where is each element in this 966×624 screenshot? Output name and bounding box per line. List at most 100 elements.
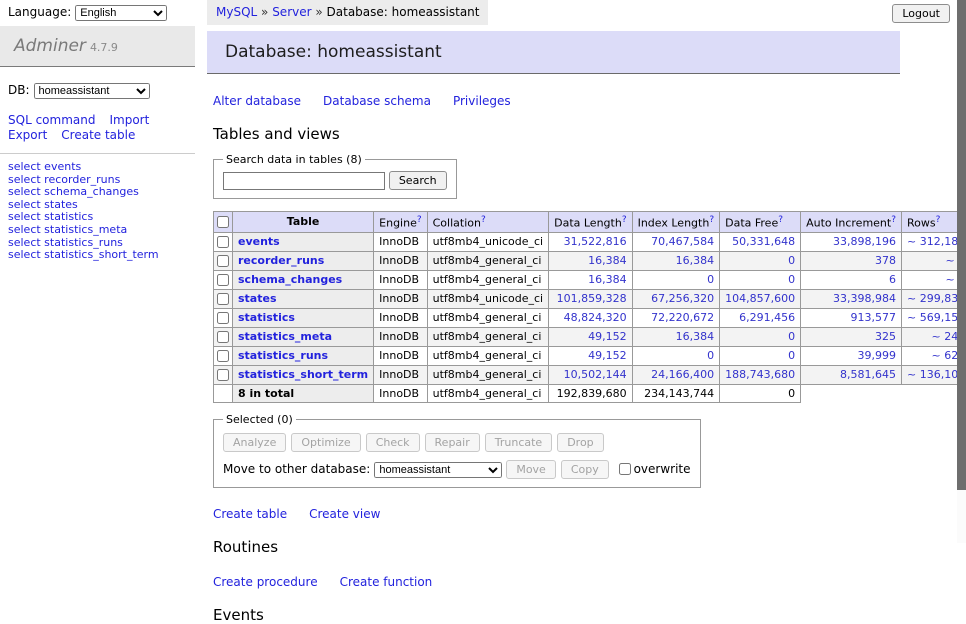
sidebar-action-create-table[interactable]: Create table xyxy=(61,128,135,143)
help-link-auto-increment[interactable]: ? xyxy=(891,215,896,225)
engine-cell: InnoDB xyxy=(374,365,427,384)
db-link-database-schema[interactable]: Database schema xyxy=(323,94,431,108)
db-link-alter-database[interactable]: Alter database xyxy=(213,94,301,108)
row-checkbox-cell xyxy=(214,327,233,346)
create-link-create-view[interactable]: Create view xyxy=(309,507,380,521)
copy-button[interactable]: Copy xyxy=(561,460,609,479)
drop-button[interactable]: Drop xyxy=(557,433,603,452)
sidebar-item-select-recorder-runs[interactable]: select recorder_runs xyxy=(8,173,120,186)
table-link-events[interactable]: events xyxy=(238,235,280,248)
vertical-scrollbar[interactable] xyxy=(957,0,966,543)
move-button[interactable]: Move xyxy=(506,460,556,479)
help-sup: ? xyxy=(936,214,941,225)
table-row: statistics_short_termInnoDButf8mb4_gener… xyxy=(214,365,966,384)
engine-cell: InnoDB xyxy=(374,251,427,270)
events-heading: Events xyxy=(213,606,900,624)
move-db-select[interactable]: homeassistant xyxy=(374,462,502,478)
logout-button[interactable]: Logout xyxy=(892,4,950,23)
table-name-cell: statistics_short_term xyxy=(233,365,374,384)
column-header-collation: Collation? xyxy=(427,212,548,233)
sidebar-item-select-statistics-short-term[interactable]: select statistics_short_term xyxy=(8,248,159,261)
sidebar-item-select-statistics-runs[interactable]: select statistics_runs xyxy=(8,236,123,249)
collation-cell: utf8mb4_unicode_ci xyxy=(427,289,548,308)
engine-cell: InnoDB xyxy=(374,327,427,346)
breadcrumb-link-server[interactable]: Server xyxy=(272,5,311,19)
create-link-create-table[interactable]: Create table xyxy=(213,507,287,521)
sidebar-action-sql-command[interactable]: SQL command xyxy=(8,113,95,128)
sidebar-item-select-statistics[interactable]: select statistics xyxy=(8,210,93,223)
select-all-checkbox[interactable] xyxy=(217,216,229,228)
overwrite-checkbox[interactable] xyxy=(619,463,631,475)
table-link-schema-changes[interactable]: schema_changes xyxy=(238,273,342,286)
search-fieldset: Search data in tables (8) Search xyxy=(213,153,457,199)
row-checkbox[interactable] xyxy=(217,369,229,381)
auto-increment-cell: 33,398,984 xyxy=(801,289,902,308)
row-checkbox[interactable] xyxy=(217,255,229,267)
table-link-statistics-short-term[interactable]: statistics_short_term xyxy=(238,368,368,381)
index-length-cell: 0 xyxy=(632,270,720,289)
row-checkbox[interactable] xyxy=(217,274,229,286)
row-checkbox[interactable] xyxy=(217,331,229,343)
table-link-states[interactable]: states xyxy=(238,292,277,305)
help-link-data-free[interactable]: ? xyxy=(778,215,783,225)
breadcrumb: MySQL » Server » Database: homeassistant xyxy=(207,0,488,25)
help-link-collation[interactable]: ? xyxy=(481,215,486,225)
column-label: Data Length xyxy=(554,217,622,230)
data-length-cell: 101,859,328 xyxy=(549,289,632,308)
help-link-index-length[interactable]: ? xyxy=(709,215,714,225)
search-button[interactable]: Search xyxy=(389,171,447,190)
sidebar-item-select-schema-changes[interactable]: select schema_changes xyxy=(8,185,139,198)
row-checkbox[interactable] xyxy=(217,312,229,324)
row-checkbox[interactable] xyxy=(217,350,229,362)
data-free-cell: 0 xyxy=(720,251,801,270)
table-link-statistics-runs[interactable]: statistics_runs xyxy=(238,349,328,362)
db-link-privileges[interactable]: Privileges xyxy=(453,94,511,108)
table-link-statistics-meta[interactable]: statistics_meta xyxy=(238,330,332,343)
scrollbar-thumb[interactable] xyxy=(957,0,966,490)
engine-cell: InnoDB xyxy=(374,346,427,365)
table-link-statistics[interactable]: statistics xyxy=(238,311,295,324)
routines-links: Create procedure Create function xyxy=(213,575,900,589)
index-length-cell: 16,384 xyxy=(632,251,720,270)
index-length-cell: 72,220,672 xyxy=(632,308,720,327)
app-title: Adminer4.7.9 xyxy=(0,26,195,67)
total-data-length-cell: 192,839,680 xyxy=(549,384,632,402)
db-select[interactable]: homeassistant xyxy=(34,83,150,99)
sidebar-item-select-states[interactable]: select states xyxy=(8,198,78,211)
selected-buttons-row: Analyze Optimize Check Repair Truncate Drop xyxy=(223,433,691,452)
data-free-cell: 0 xyxy=(720,327,801,346)
column-label: Rows xyxy=(907,217,936,230)
sidebar-item-select-statistics-meta[interactable]: select statistics_meta xyxy=(8,223,127,236)
column-header-data-free: Data Free? xyxy=(720,212,801,233)
help-link-data-length[interactable]: ? xyxy=(622,215,627,225)
optimize-button[interactable]: Optimize xyxy=(291,433,360,452)
routine-link-create-procedure[interactable]: Create procedure xyxy=(213,575,318,589)
table-name-cell: states xyxy=(233,289,374,308)
routine-link-create-function[interactable]: Create function xyxy=(340,575,433,589)
row-checkbox[interactable] xyxy=(217,236,229,248)
truncate-button[interactable]: Truncate xyxy=(485,433,552,452)
data-free-cell: 0 xyxy=(720,270,801,289)
select-all-cell xyxy=(214,212,233,233)
table-link-recorder-runs[interactable]: recorder_runs xyxy=(238,254,324,267)
row-checkbox[interactable] xyxy=(217,293,229,305)
search-input[interactable] xyxy=(223,172,385,190)
help-link-rows[interactable]: ? xyxy=(936,215,941,225)
analyze-button[interactable]: Analyze xyxy=(223,433,286,452)
help-link-engine[interactable]: ? xyxy=(417,215,422,225)
check-button[interactable]: Check xyxy=(366,433,420,452)
column-header-index-length: Index Length? xyxy=(632,212,720,233)
row-checkbox-cell xyxy=(214,308,233,327)
breadcrumb-link-mysql[interactable]: MySQL xyxy=(216,5,257,19)
table-name-cell: schema_changes xyxy=(233,270,374,289)
help-sup: ? xyxy=(417,214,422,225)
table-row: statesInnoDButf8mb4_unicode_ci101,859,32… xyxy=(214,289,966,308)
brand-name: Adminer xyxy=(14,36,86,56)
sidebar-action-export[interactable]: Export xyxy=(8,128,47,143)
breadcrumb-separator: » xyxy=(312,5,327,19)
sidebar-action-import[interactable]: Import xyxy=(109,113,149,128)
sidebar-item-select-events[interactable]: select events xyxy=(8,160,81,173)
row-checkbox-cell xyxy=(214,365,233,384)
language-select[interactable]: English xyxy=(75,5,167,21)
repair-button[interactable]: Repair xyxy=(425,433,480,452)
